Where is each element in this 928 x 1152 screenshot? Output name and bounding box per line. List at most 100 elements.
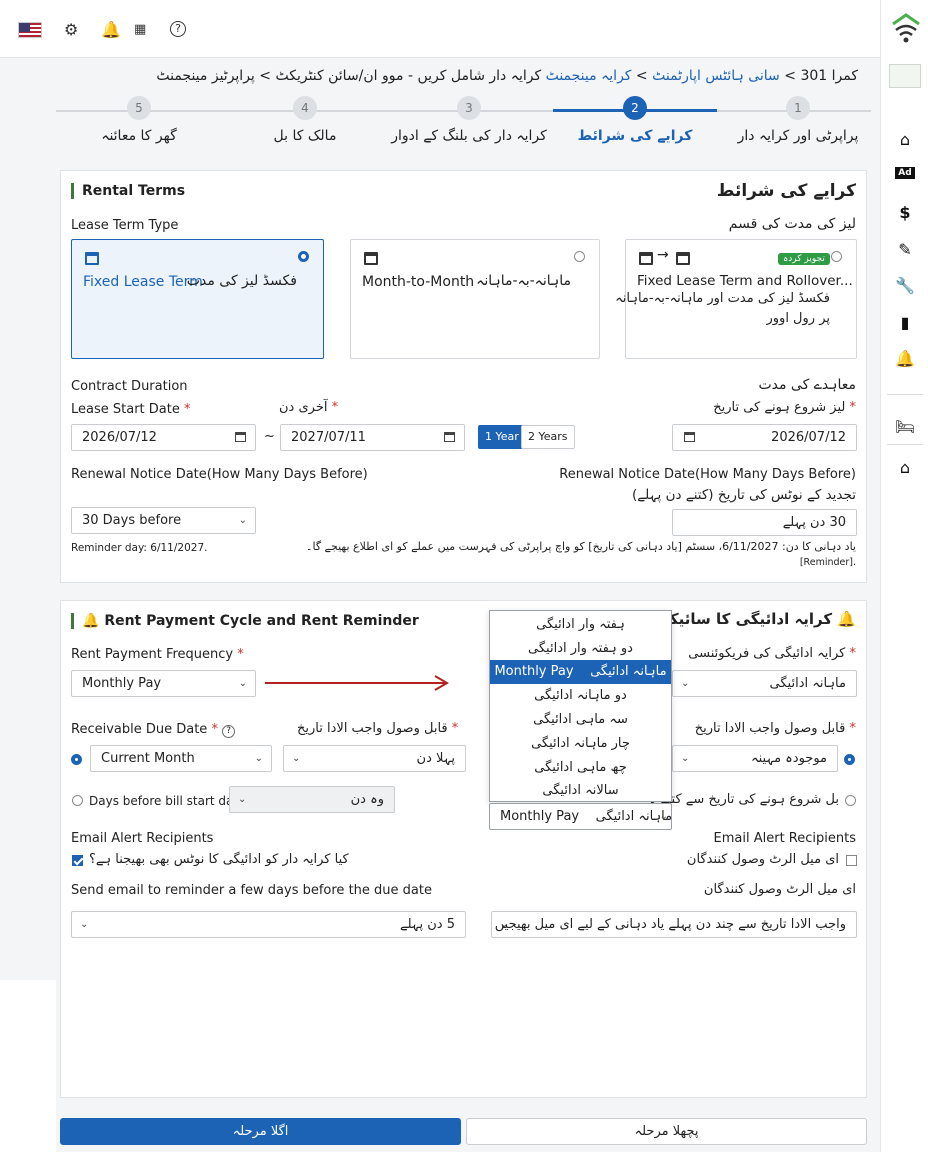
arrow-right-icon: → [657,247,669,263]
house-icon[interactable]: ⌂ [881,458,928,477]
days-before-select[interactable]: ⌄ وہ دن [229,786,395,813]
next-step-button[interactable]: اگلا مرحلہ [60,1118,461,1145]
calendar-icon[interactable]: ▦ [134,22,146,37]
due-date-label-ur: * قابل وصول واجب الادا تاریخ [297,721,459,736]
lease-start-label-ur: * لیز شروع ہونے کی تاریخ [713,400,856,415]
send-email-select[interactable]: ⌄ 5 دن پہلے [71,911,466,938]
dropdown-option[interactable]: دو ہفتہ وار ادائیگی [490,637,671,661]
frequency-select-ur[interactable]: ⌄ ماہانہ ادائیگی [672,670,857,697]
email-recipients-checkbox[interactable] [846,855,857,866]
section-title-ur: کرایے کی شرائط [716,181,856,201]
radio-current-month[interactable] [71,754,82,765]
send-email-label: Send email to reminder a few days before… [71,883,432,898]
calendar-icon [364,252,378,265]
due-date-label-ur-right: * قابل وصول واجب الادا تاریخ [694,721,856,736]
bell-icon: 🔔 [837,610,856,628]
previous-step-button[interactable]: پچھلا مرحلہ [466,1118,867,1145]
bell-icon[interactable]: 🔔 [881,349,928,368]
bar-chart-icon[interactable]: ▮ [881,313,928,332]
frequency-dropdown-menu: ہفتہ وار ادائیگی دو ہفتہ وار ادائیگی Mon… [489,610,672,802]
calendar-icon[interactable] [444,432,455,442]
lease-option-rollover[interactable]: → تجویز کردہ Fixed Lease Term and Rollov… [615,239,857,359]
breadcrumb-item[interactable]: کرایہ مینجمنٹ [546,68,632,84]
dropdown-option-selected[interactable]: Monthly Pay ماہانہ ادائیگی [490,660,671,684]
step-3[interactable]: 3 کرایہ دار کی بلنگ کے ادوار [389,96,549,144]
renewal-input-ur[interactable]: 30 دن پہلے [672,509,857,536]
dollar-icon[interactable]: $ [881,203,928,222]
dropdown-option[interactable]: چھ ماہی ادائیگی [490,756,671,780]
step-5[interactable]: 5 گھر کا معائنہ [59,96,219,144]
edit-document-icon[interactable]: ✎ [881,240,928,259]
frequency-select-open[interactable]: Monthly Pay ماہانہ ادائیگی ⌄ [489,803,672,830]
start-date-input[interactable]: 2026/07/12 [71,424,256,451]
contract-duration-label-ur: معاہدے کی مدت [758,377,856,393]
gear-icon[interactable]: ⚙ [64,20,78,39]
step-1[interactable]: 1 پراپرٹی اور کرایہ دار [718,96,878,144]
radio-current-month-ur[interactable] [844,754,855,765]
breadcrumb: کمرا 301 > سانی ہائٹس اپارٹمنٹ > کرایہ م… [156,68,858,84]
chevron-down-icon: ⌄ [292,753,301,764]
send-email-select-ur[interactable]: ⌄ واجب الادا تاریخ سے چند دن پہلے یاد دہ… [491,911,857,938]
bell-icon: 🔔 [82,613,100,629]
dropdown-option[interactable]: ہفتہ وار ادائیگی [490,613,671,637]
calendar-icon[interactable] [235,432,246,442]
ad-icon[interactable]: Ad [881,167,928,179]
lease-type-label-ur: لیز کی مدت کی قسم [728,216,856,232]
radio-rollover[interactable] [831,251,842,262]
breadcrumb-item[interactable]: سانی ہائٹس اپارٹمنٹ [652,68,780,84]
radio-days-before-ur[interactable] [845,795,856,806]
stepper: 1 پراپرٹی اور کرایہ دار 2 کرایے کی شرائط… [56,96,871,158]
dropdown-option[interactable]: چار ماہانہ ادائیگی [490,732,671,756]
renewal-label: Renewal Notice Date(How Many Days Before… [71,467,368,482]
current-month-select-ur[interactable]: ⌄ موجودہ مہینہ [672,745,838,772]
breadcrumb-item[interactable]: کمرا 301 [800,68,858,84]
step-2[interactable]: 2 کرایے کی شرائط [555,96,715,144]
dropdown-option[interactable]: سالانہ ادائیگی [490,779,671,803]
wrench-icon[interactable]: 🔧 [881,276,928,295]
notify-tenant-checkbox[interactable] [72,855,83,866]
chevron-down-icon: ⌄ [681,678,690,689]
chevron-down-icon: ⌄ [80,919,89,930]
breadcrumb-item[interactable]: پراپرٹیز مینجمنٹ [156,68,254,84]
rental-terms-card: Rental Terms کرایے کی شرائط Lease Term T… [60,170,867,583]
lease-option-fixed[interactable]: Fixed Lease Term فکسڈ لیز کی مدت [71,239,324,359]
end-date-input[interactable]: 2027/07/11 [280,424,465,451]
dropdown-option[interactable]: سہ ماہی ادائیگی [490,708,671,732]
start-date-input-right[interactable]: 2026/07/12 [672,424,857,451]
dropdown-option[interactable]: دو ماہانہ ادائیگی [490,684,671,708]
radio-month[interactable] [574,251,585,262]
radio-fixed[interactable] [298,251,309,262]
chevron-down-icon: ⌄ [500,919,509,930]
us-flag-icon[interactable] [18,22,42,38]
frequency-select[interactable]: Monthly Pay ⌄ [71,670,256,697]
chevron-down-icon: ⌄ [238,678,247,689]
help-icon[interactable]: ? [222,725,236,738]
current-month-select[interactable]: Current Month ⌄ [90,745,272,772]
section-title: Rental Terms [71,183,185,199]
email-recipients-label: Email Alert Recipients [71,831,214,846]
one-year-button[interactable]: 1 Year [478,425,526,449]
renewal-label-right: Renewal Notice Date(How Many Days Before… [559,467,856,482]
app-logo-icon [889,64,921,88]
lease-option-month-to-month[interactable]: Month-to-Month ماہانہ-بہ-ماہانہ [350,239,600,359]
step-4[interactable]: 4 مالک کا بل [225,96,385,144]
email-recipients-label-right: Email Alert Recipients [713,831,856,846]
help-icon[interactable]: ? [170,21,186,37]
chevron-down-icon: ⌄ [254,753,263,764]
chevron-down-icon: ⌄ [238,515,247,526]
top-bar: ⚙ 🔔 ▦ ? [0,0,880,58]
renewal-select[interactable]: 30 Days before ⌄ [71,507,256,534]
home-icon[interactable]: ⌂ [881,130,928,149]
calendar-icon[interactable] [684,432,695,442]
first-day-select[interactable]: ⌄ پہلا دن [283,745,466,772]
two-years-button[interactable]: 2 Years [521,425,575,449]
bed-icon[interactable]: 🛏 [881,417,928,436]
chevron-down-icon: ⌄ [659,811,668,822]
section-title: 🔔 Rent Payment Cycle and Rent Reminder [71,613,419,629]
radio-days-before[interactable] [72,795,83,806]
calendar-icon [676,252,690,265]
bell-icon[interactable]: 🔔 [101,20,121,39]
right-sidebar: ⌂ Ad $ ✎ 🔧 ▮ 🔔 🛏 ⌂ [880,0,928,1152]
days-before-label-ur: بل شروع ہونے کی تاریخ سے کتنے د [650,792,839,807]
breadcrumb-item: کرایہ دار شامل کریں - موو ان/سائن کنٹریک… [275,68,542,84]
